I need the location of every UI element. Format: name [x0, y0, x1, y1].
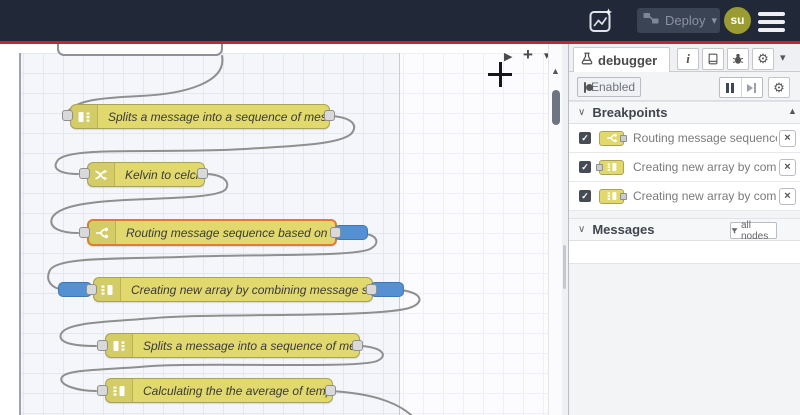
flow-node-split-1[interactable]: Splits a message into a sequence of mess… [70, 104, 330, 129]
split-node-icon [106, 334, 133, 357]
node-label: Splits a message into a sequence of mess… [108, 109, 329, 124]
collapse-chevron-icon: ∨ [578, 107, 586, 118]
messages-section-header[interactable]: ∨ Messages all nodes [569, 218, 800, 242]
breakpoint-checkbox[interactable]: ✓ [579, 132, 591, 144]
flow-node-switch[interactable]: Routing message sequence based on condit… [87, 219, 337, 246]
book-icon [708, 53, 718, 65]
sidebar-tabs-chevron-icon[interactable]: ▾ [780, 51, 786, 64]
tab-config-nodes[interactable]: ⚙ [752, 48, 774, 70]
node-output-port[interactable] [330, 227, 341, 238]
canvas-scrollbar[interactable]: ▲ [548, 44, 562, 415]
scroll-up-icon[interactable]: ▲ [551, 66, 560, 76]
remove-breakpoint-button[interactable]: × [779, 158, 796, 176]
bug-icon [732, 53, 744, 64]
input-port-marker [596, 163, 603, 171]
output-port-marker [620, 192, 627, 200]
flow-node-change[interactable]: Kelvin to celcius [87, 162, 205, 187]
debugger-play-controls [719, 77, 763, 98]
debugger-toolbar: Enabled ⚙ [569, 72, 800, 101]
tab-help[interactable] [702, 48, 724, 70]
node-label: Creating new array by combining message … [131, 282, 372, 297]
node-input-port[interactable] [62, 110, 73, 121]
tab-label: debugger [598, 52, 658, 68]
node-input-port[interactable] [97, 385, 108, 396]
node-output-port[interactable] [352, 340, 363, 351]
node-label: Calculating the the average of temperatu… [143, 383, 332, 398]
join-node-mini-icon [599, 188, 627, 204]
focus-flow-icon[interactable]: ▶ [504, 50, 512, 63]
node-input-port[interactable] [86, 284, 97, 295]
funnel-icon [731, 227, 738, 234]
debugger-enabled-toggle[interactable]: Enabled [577, 77, 641, 97]
messages-empty-row [569, 241, 800, 264]
breakpoints-section-header[interactable]: ∨ Breakpoints [569, 101, 800, 124]
tab-info[interactable]: i [677, 48, 699, 70]
flow-node-split-2[interactable]: Splits a message into a sequence of mess… [105, 333, 360, 358]
flow-node-join-2[interactable]: Calculating the the average of temperatu… [105, 378, 333, 403]
breakpoint-row: ✓ Creating new array by combining messag… [569, 153, 800, 182]
export-image-icon[interactable] [588, 8, 614, 39]
breakpoint-row: ✓ Routing message sequence based on cond… [569, 124, 800, 153]
user-avatar[interactable]: su [724, 7, 751, 34]
debugger-settings-button[interactable]: ⚙ [768, 77, 790, 98]
flow-node-partial[interactable] [57, 44, 223, 56]
remove-breakpoint-button[interactable]: × [779, 187, 796, 205]
section-title: Messages [592, 222, 655, 237]
node-label: Routing message sequence based on condit… [126, 225, 335, 240]
breakpoint-row: ✓ Creating new array by combining messag… [569, 182, 800, 211]
breakpoint-label: Routing message sequence based on condit… [633, 131, 777, 145]
join-node-icon [106, 379, 133, 402]
switch-node-mini-icon [599, 130, 627, 146]
remove-breakpoint-button[interactable]: × [779, 129, 796, 147]
pause-button[interactable] [720, 78, 741, 97]
node-input-port[interactable] [97, 340, 108, 351]
node-output-port[interactable] [325, 385, 336, 396]
deploy-label: Deploy [665, 13, 706, 28]
switch-node-icon [89, 221, 116, 244]
wire [329, 390, 413, 415]
main-menu-icon[interactable] [758, 12, 785, 36]
breakpoint-checkbox[interactable]: ✓ [579, 190, 591, 202]
sidebar-scroll-up-icon[interactable]: ▲ [788, 106, 797, 116]
join-node-mini-icon [596, 159, 624, 175]
join-node-icon [94, 278, 121, 301]
scrollbar-thumb[interactable] [552, 90, 560, 125]
node-output-port[interactable] [366, 284, 377, 295]
flow-node-join-1[interactable]: Creating new array by combining message … [93, 277, 373, 302]
change-node-icon [88, 163, 115, 186]
node-label: Kelvin to celcius [125, 167, 204, 182]
tab-debugger[interactable]: debugger [573, 47, 670, 72]
crosshair-cursor [499, 62, 502, 87]
add-flow-icon[interactable]: + [523, 45, 533, 65]
split-node-icon [71, 105, 98, 128]
enabled-label: Enabled [591, 80, 636, 94]
node-output-port[interactable] [324, 110, 335, 121]
node-label: Splits a message into a sequence of mess… [143, 338, 359, 353]
toggle-icon [584, 81, 593, 93]
node-red-window: Deploy ▾ su Splits a message into a sequ… [0, 0, 800, 415]
node-input-port[interactable] [79, 227, 90, 238]
flow-canvas[interactable]: Splits a message into a sequence of mess… [0, 44, 562, 415]
node-output-port[interactable] [197, 168, 208, 179]
deploy-button[interactable]: Deploy ▾ [637, 8, 720, 33]
step-button[interactable] [740, 78, 763, 97]
node-input-port[interactable] [79, 168, 90, 179]
section-title: Breakpoints [592, 105, 668, 120]
messages-filter-button[interactable]: all nodes [730, 219, 777, 242]
deploy-nodes-icon [643, 11, 659, 30]
breakpoint-label: Creating new array by combining message … [633, 160, 777, 174]
output-port-marker [620, 134, 627, 142]
sidebar-tab-bar: debugger i ⚙ ▾ [569, 44, 800, 72]
tab-debug-messages[interactable] [727, 48, 749, 70]
deploy-dropdown-caret[interactable]: ▾ [711, 14, 717, 27]
separator-drag-handle[interactable] [563, 245, 566, 289]
header-bar: Deploy ▾ su [0, 0, 800, 41]
sidebar: debugger i ⚙ ▾ Enabled ⚙ ∨ Breakpoints ▲… [568, 44, 800, 415]
breakpoint-label: Creating new array by combining message … [633, 189, 777, 203]
breakpoint-checkbox[interactable]: ✓ [579, 161, 591, 173]
filter-label: all nodes [741, 219, 769, 242]
flask-icon [581, 52, 593, 68]
collapse-chevron-icon: ∨ [578, 224, 586, 235]
